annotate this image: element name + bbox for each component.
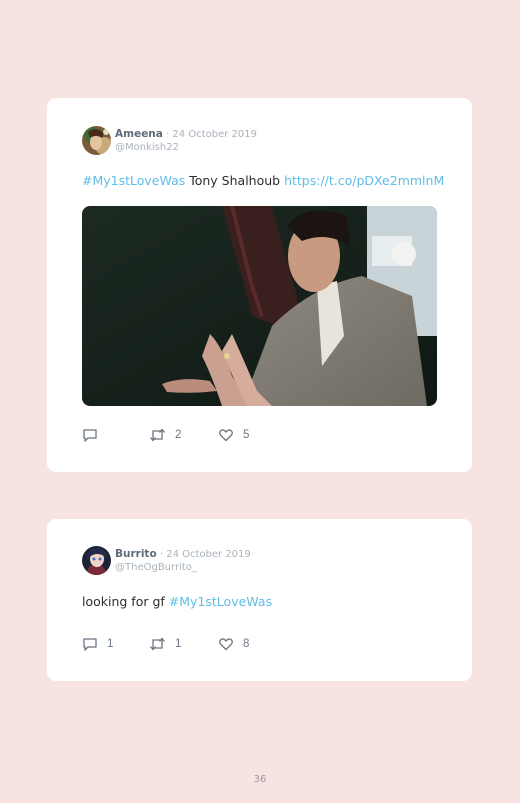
tweet-text: #My1stLoveWas Tony Shalhoub https://t.co… <box>82 173 444 188</box>
like-count: 5 <box>243 429 250 441</box>
tweet-header: Burrito · 24 October 2019 @TheOgBurrito_ <box>82 546 251 575</box>
separator: · <box>162 128 173 140</box>
reply-button[interactable] <box>82 427 107 443</box>
avatar[interactable] <box>82 546 111 575</box>
retweet-icon <box>150 428 165 442</box>
tweet-media-image[interactable] <box>82 206 437 406</box>
reply-icon <box>83 638 97 651</box>
like-icon <box>219 429 233 442</box>
tweet-header: Ameena · 24 October 2019 @Monkish22 <box>82 126 257 155</box>
author-handle[interactable]: @Monkish22 <box>115 141 257 154</box>
tweet-body: Tony Shalhoub <box>185 173 285 188</box>
hashtag-link[interactable]: #My1stLoveWas <box>82 173 185 188</box>
author-name[interactable]: Burrito <box>115 548 157 560</box>
tweet-date[interactable]: 24 October 2019 <box>172 129 257 140</box>
tweet-card: Burrito · 24 October 2019 @TheOgBurrito_… <box>47 519 472 681</box>
retweet-count: 1 <box>175 638 182 650</box>
author-name[interactable]: Ameena <box>115 128 163 140</box>
hashtag-link[interactable]: #My1stLoveWas <box>169 594 272 609</box>
reply-count: 1 <box>107 638 114 650</box>
like-count: 8 <box>243 638 250 650</box>
tweet-body: looking for gf <box>82 594 169 609</box>
author-handle[interactable]: @TheOgBurrito_ <box>115 561 251 574</box>
page-number: 36 <box>253 774 267 785</box>
reply-icon <box>83 429 97 442</box>
retweet-icon <box>150 637 165 651</box>
retweet-button[interactable]: 1 <box>149 636 181 652</box>
tweet-date[interactable]: 24 October 2019 <box>166 549 251 560</box>
reply-button[interactable]: 1 <box>82 636 113 652</box>
like-button[interactable]: 8 <box>218 636 249 652</box>
url-link[interactable]: https://t.co/pDXe2mmlnM <box>284 173 444 188</box>
tweet-text: looking for gf #My1stLoveWas <box>82 594 272 609</box>
avatar[interactable] <box>82 126 111 155</box>
separator: · <box>156 548 167 560</box>
retweet-button[interactable]: 2 <box>149 427 181 443</box>
like-button[interactable]: 5 <box>218 427 249 443</box>
retweet-count: 2 <box>175 429 182 441</box>
tweet-card: Ameena · 24 October 2019 @Monkish22 #My1… <box>47 98 472 472</box>
like-icon <box>219 638 233 651</box>
